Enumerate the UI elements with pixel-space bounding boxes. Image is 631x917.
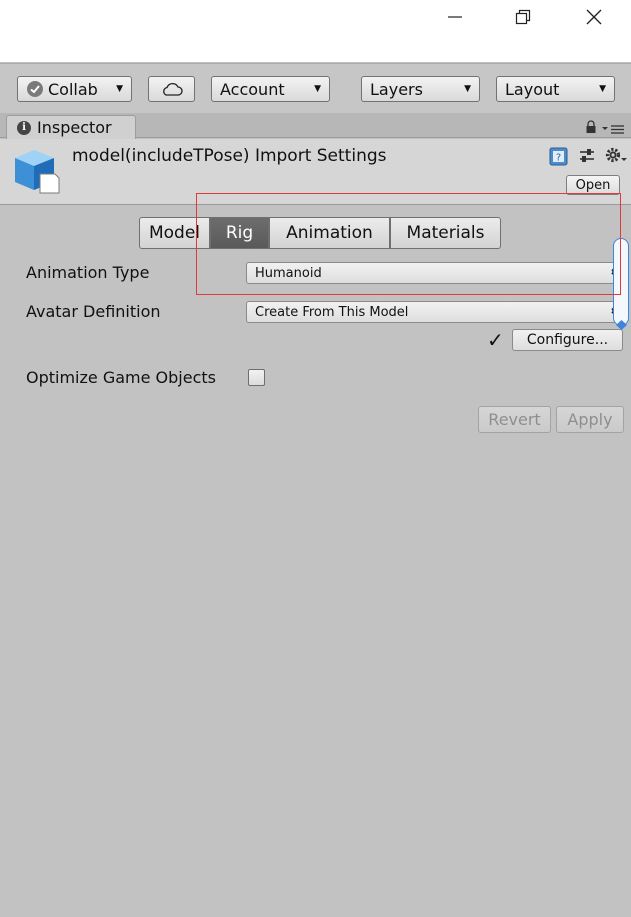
account-label: Account	[220, 79, 285, 99]
tab-menu-icon[interactable]	[601, 120, 625, 139]
layers-button[interactable]: Layers ▼	[361, 76, 480, 102]
help-book-icon[interactable]: ?	[549, 147, 568, 170]
tab-inspector-label: Inspector	[37, 118, 112, 137]
cloud-icon	[162, 83, 183, 96]
open-button[interactable]: Open	[566, 175, 620, 195]
chevron-down-icon: ▼	[314, 84, 321, 94]
restore-button[interactable]	[500, 0, 546, 34]
chevron-down-icon: ▼	[599, 84, 606, 94]
optimize-game-objects-checkbox[interactable]	[248, 369, 265, 386]
optimize-game-objects-label: Optimize Game Objects	[26, 368, 216, 387]
collab-button[interactable]: Collab ▼	[17, 76, 132, 102]
collab-label: Collab	[48, 79, 98, 99]
apply-button[interactable]: Apply	[556, 406, 624, 433]
animation-type-label: Animation Type	[26, 263, 150, 282]
restore-icon	[515, 9, 531, 25]
collab-check-icon	[27, 81, 43, 97]
chevron-down-icon: ▼	[464, 84, 471, 94]
page-title: model(includeTPose) Import Settings	[72, 146, 387, 166]
tab-inspector[interactable]: i Inspector	[6, 115, 136, 139]
gear-icon[interactable]	[604, 146, 628, 170]
close-window-button[interactable]	[571, 0, 617, 34]
avatar-definition-label: Avatar Definition	[26, 302, 161, 321]
cloud-button[interactable]	[148, 76, 195, 102]
configure-check-icon: ✓	[487, 328, 504, 352]
layers-label: Layers	[370, 79, 423, 99]
lock-icon[interactable]	[585, 119, 597, 138]
preset-sliders-icon[interactable]	[578, 147, 596, 169]
chevron-down-icon: ▼	[116, 84, 123, 94]
scroll-handle-icon[interactable]	[615, 316, 628, 335]
model-asset-icon	[12, 148, 60, 198]
avatar-definition-dropdown[interactable]: Create From This Model ⬍	[246, 301, 622, 323]
svg-text:?: ?	[556, 153, 561, 164]
layout-button[interactable]: Layout ▼	[496, 76, 615, 102]
account-button[interactable]: Account ▼	[211, 76, 330, 102]
info-icon: i	[17, 120, 31, 135]
minimize-button[interactable]	[432, 0, 478, 34]
selection-highlight	[196, 193, 621, 295]
revert-button[interactable]: Revert	[478, 406, 551, 433]
close-icon	[586, 9, 602, 25]
layout-label: Layout	[505, 79, 560, 99]
minimize-icon	[448, 16, 462, 18]
configure-button[interactable]: Configure...	[512, 329, 623, 351]
avatar-definition-value: Create From This Model	[255, 304, 409, 320]
